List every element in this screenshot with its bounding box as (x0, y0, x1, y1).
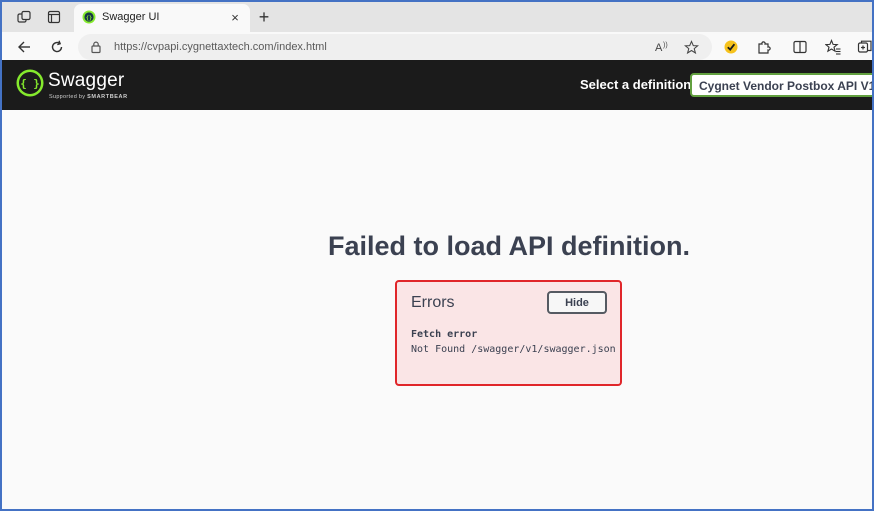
new-tab-button[interactable]: + (254, 7, 274, 27)
read-aloud-icon[interactable]: A)) (654, 38, 672, 56)
back-button[interactable] (13, 36, 35, 58)
brand-tagline: Supported by SMARTBEAR (49, 94, 128, 100)
checkmark-extension-icon[interactable] (721, 37, 741, 57)
reload-button[interactable] (46, 36, 68, 58)
tab-actions-icon[interactable] (44, 7, 64, 27)
definition-select-value: Cygnet Vendor Postbox API V1 (699, 79, 874, 93)
url-text[interactable]: https://cvpapi.cygnettaxtech.com/index.h… (114, 41, 327, 53)
address-bar[interactable]: https://cvpapi.cygnettaxtech.com/index.h… (78, 34, 712, 60)
svg-text:)): )) (663, 42, 668, 49)
reload-icon (51, 40, 63, 53)
swagger-favicon-icon: {} (82, 10, 96, 24)
collections-icon[interactable] (855, 37, 872, 57)
workspaces-icon[interactable] (14, 7, 34, 27)
brand-name[interactable]: Swagger (48, 70, 124, 92)
puzzle-extensions-icon[interactable] (754, 37, 774, 57)
definition-select[interactable]: Cygnet Vendor Postbox API V1 (690, 73, 874, 97)
brand-tagline-prefix: Supported by (49, 94, 86, 100)
tab-strip: {} Swagger UI × + (2, 2, 872, 32)
hide-errors-button[interactable]: Hide (547, 291, 607, 314)
close-tab-icon[interactable]: × (226, 8, 244, 26)
split-screen-icon[interactable] (790, 37, 810, 57)
star-icon[interactable] (682, 38, 700, 56)
browser-toolbar: https://cvpapi.cygnettaxtech.com/index.h… (2, 32, 872, 60)
errors-panel: Errors Hide Fetch error Not Found /swagg… (395, 280, 622, 386)
tab-title: Swagger UI (102, 11, 160, 23)
error-type: Fetch error (411, 329, 478, 340)
errors-title: Errors (411, 294, 455, 311)
browser-tab[interactable]: {} Swagger UI × (74, 4, 250, 32)
lock-icon[interactable] (89, 40, 103, 54)
load-error-heading: Failed to load API definition. (328, 231, 690, 261)
browser-window: {} Swagger UI × + https://cvpapi.cygnett… (0, 0, 874, 511)
back-arrow-icon (18, 41, 30, 53)
svg-text:{ }: { } (20, 77, 40, 90)
favorites-icon[interactable] (823, 37, 843, 57)
plus-icon: + (258, 7, 270, 27)
error-message: Not Found /swagger/v1/swagger.json (411, 344, 616, 355)
svg-text:{}: {} (86, 15, 93, 21)
definition-select-label: Select a definition (580, 77, 692, 92)
brand-tagline-company: SMARTBEAR (87, 94, 128, 100)
swagger-topbar: { } Swagger Supported by SMARTBEAR Selec… (2, 60, 872, 110)
swagger-logo-icon[interactable]: { } (16, 69, 44, 97)
svg-text:A: A (655, 42, 663, 54)
